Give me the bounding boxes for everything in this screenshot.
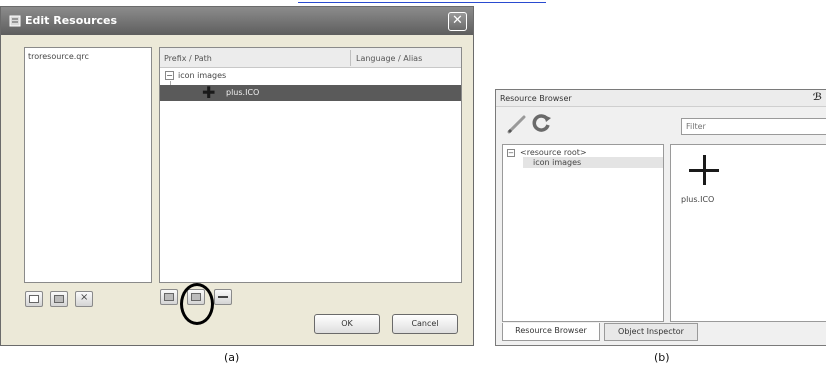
browser-toolbar [496, 108, 826, 140]
tab-resource-browser[interactable]: Resource Browser [502, 323, 600, 341]
column-separator [350, 50, 351, 66]
cancel-button[interactable]: Cancel [392, 314, 458, 334]
remove-button[interactable] [214, 289, 232, 305]
edit-resources-dialog: Edit Resources ✕ troresource.qrc Prefix … [0, 6, 474, 346]
link-underline [298, 0, 546, 3]
plus-icon: ✚ [202, 83, 216, 102]
prefix-path-tree[interactable]: Prefix / Path Language / Alias − icon im… [159, 47, 462, 283]
resource-icon [9, 15, 21, 27]
icon-file-label: plus.ICO [681, 195, 715, 204]
browser-title: Resource Browser [500, 94, 572, 103]
filter-input[interactable] [681, 118, 826, 135]
resource-file-item[interactable]: troresource.qrc [28, 52, 89, 61]
prefix-path-header[interactable]: Prefix / Path [164, 54, 212, 63]
browser-tab-bar: Resource Browser Object Inspector [502, 323, 826, 343]
language-alias-header[interactable]: Language / Alias [356, 54, 422, 63]
plus-vertical-stroke [703, 155, 706, 185]
tree-row-file-selected[interactable]: ✚ plus.ICO [160, 85, 461, 101]
highlight-circle [180, 283, 214, 325]
resource-browser-panel: Resource Browser ℬ − <resource root> ico… [495, 89, 826, 346]
remove-icon: × [80, 292, 89, 303]
resource-root-label[interactable]: <resource root> [520, 148, 587, 157]
browser-tree[interactable]: − <resource root> icon images [502, 144, 664, 322]
open-file-button[interactable] [50, 291, 68, 307]
close-button[interactable]: ✕ [448, 12, 467, 31]
tree-header: Prefix / Path Language / Alias [160, 48, 461, 68]
reload-icon[interactable] [532, 113, 552, 133]
caption-b: (b) [654, 351, 670, 364]
caption-a: (a) [224, 351, 240, 364]
new-file-button[interactable] [25, 291, 43, 307]
resource-files-list[interactable]: troresource.qrc [24, 47, 152, 283]
edit-pencil-icon[interactable] [506, 113, 528, 135]
new-file-icon [29, 295, 39, 303]
icon-images-label[interactable]: icon images [533, 158, 581, 167]
collapse-icon[interactable]: − [507, 149, 515, 157]
add-prefix-button[interactable] [160, 289, 178, 305]
open-file-icon [54, 295, 64, 303]
group-label: icon images [178, 71, 227, 80]
dialog-title: Edit Resources [25, 14, 118, 27]
ok-button[interactable]: OK [314, 314, 380, 334]
minus-icon [218, 296, 228, 298]
remove-file-button[interactable]: × [75, 291, 93, 307]
browser-title-bar: Resource Browser ℬ [496, 90, 826, 107]
collapse-icon[interactable]: − [165, 71, 174, 80]
float-icon[interactable]: ℬ [813, 92, 822, 103]
tree-row-group[interactable]: − icon images [160, 70, 461, 82]
add-prefix-icon [164, 293, 174, 301]
dialog-title-bar: Edit Resources ✕ [1, 7, 473, 35]
tab-object-inspector[interactable]: Object Inspector [604, 323, 698, 341]
resource-icons-view[interactable]: plus.ICO [670, 144, 826, 322]
plus-icon[interactable] [689, 155, 719, 185]
file-label: plus.ICO [226, 88, 260, 97]
